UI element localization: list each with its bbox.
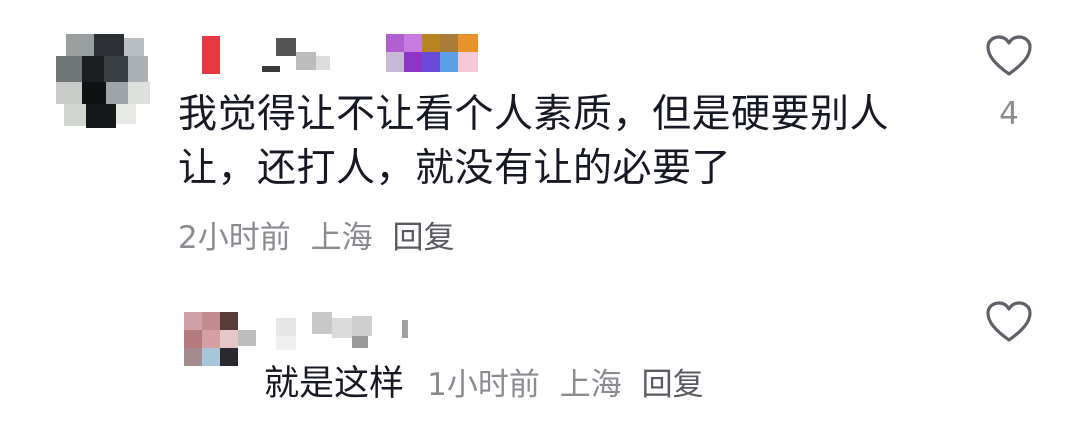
comment-thread: 我觉得让不让看个人素质，但是硬要别人让，还打人，就没有让的必要了 2小时前 上海…: [0, 0, 1080, 427]
reply-reply-button[interactable]: 回复: [642, 367, 704, 403]
commenter-avatar[interactable]: [52, 34, 150, 130]
comment-like-count: 4: [999, 96, 1019, 132]
reply-meta: 1小时前 上海 回复: [427, 367, 713, 403]
comment-reply-button[interactable]: 回复: [392, 220, 454, 256]
replier-avatar[interactable]: [184, 312, 238, 366]
replier-username[interactable]: [238, 312, 438, 352]
reply-line: 就是这样 1小时前 上海 回复: [264, 362, 714, 407]
heart-outline-icon: [986, 35, 1032, 76]
reply-body: 就是这样: [264, 364, 405, 404]
heart-outline-icon: [986, 301, 1032, 342]
reply-time: 1小时前: [427, 367, 540, 403]
commenter-username[interactable]: [184, 30, 504, 78]
comment-like-button[interactable]: [985, 34, 1033, 78]
comment-time: 2小时前: [178, 220, 291, 256]
reply-location: 上海: [559, 367, 622, 403]
comment-location: 上海: [310, 220, 373, 256]
comment-meta: 2小时前 上海 回复: [178, 218, 464, 258]
reply-like-button[interactable]: [985, 300, 1033, 344]
comment-body: 我觉得让不让看个人素质，但是硬要别人让，还打人，就没有让的必要了: [178, 92, 890, 191]
